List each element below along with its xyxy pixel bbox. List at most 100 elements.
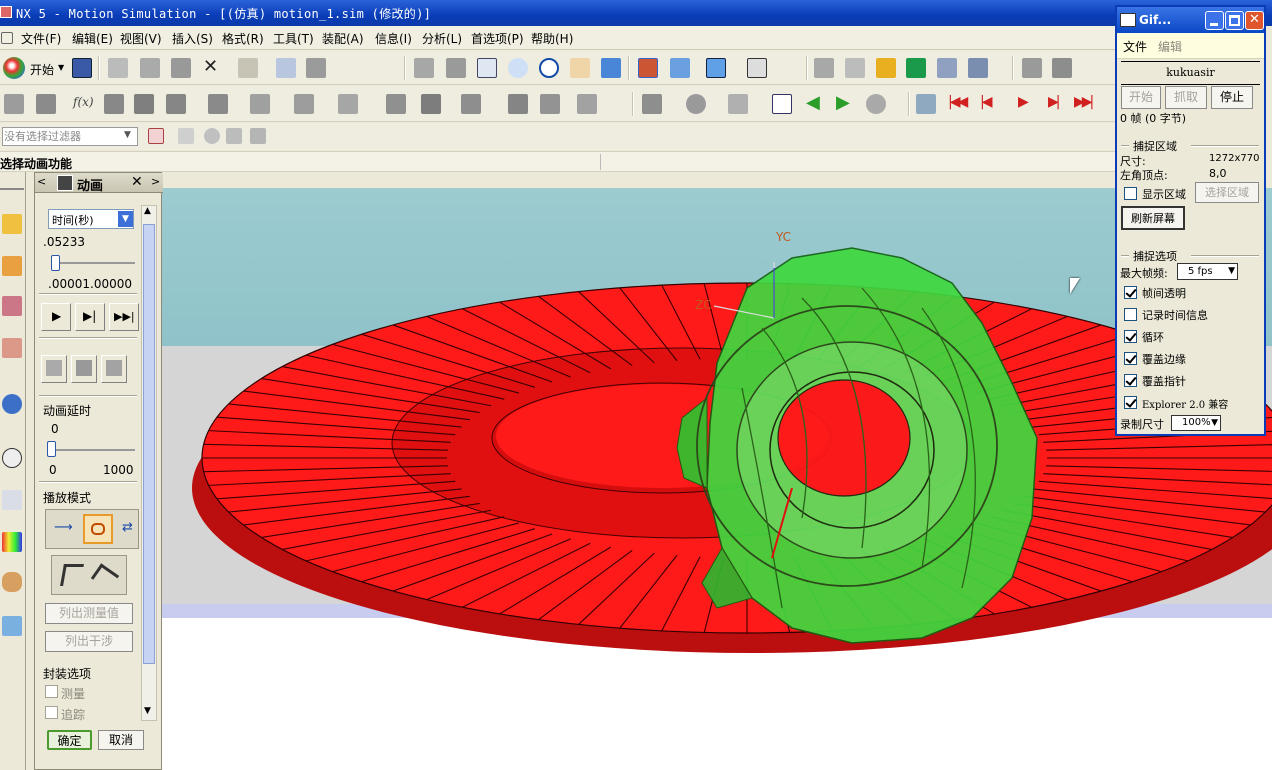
orient-view-icon[interactable] — [706, 58, 726, 78]
graph-icon[interactable] — [642, 94, 662, 114]
system-materials-icon[interactable] — [2, 490, 22, 510]
graphics-window[interactable]: YC ZC — [162, 188, 1272, 770]
measure-distance-icon[interactable] — [1022, 58, 1042, 78]
snap-icon[interactable] — [306, 58, 326, 78]
play-icon[interactable]: ▶ — [1018, 94, 1029, 110]
edge-checkbox[interactable] — [1124, 352, 1137, 365]
scroll-thumb[interactable] — [143, 224, 155, 664]
menu-insert[interactable]: 插入(S) — [172, 30, 213, 47]
gif-capture-button[interactable]: 抓取 — [1165, 86, 1207, 109]
menu-view[interactable]: 视图(V) — [120, 30, 162, 47]
fit-icon[interactable] — [414, 58, 434, 78]
pingpong-icon[interactable]: ⇄ — [122, 520, 133, 535]
menu-info[interactable]: 信息(I) — [375, 30, 412, 47]
refresh-screen-button[interactable]: 刷新屏幕 — [1121, 206, 1185, 230]
pan-icon[interactable] — [570, 58, 590, 78]
menu-help[interactable]: 帮助(H) — [531, 30, 573, 47]
constraint-navigator-icon[interactable] — [2, 256, 22, 276]
loop-mode-button[interactable] — [83, 514, 113, 544]
start-button[interactable]: 开始 — [30, 61, 54, 78]
play-once-icon[interactable]: ⟶ — [54, 520, 73, 535]
interference-icon[interactable] — [728, 94, 748, 114]
gear-coupler-icon[interactable] — [386, 94, 406, 114]
step-forward-icon[interactable]: ▶ — [836, 92, 850, 113]
link-icon[interactable] — [104, 94, 124, 114]
undo-selection-icon[interactable] — [178, 128, 194, 144]
gif-name-field[interactable]: kukuasir — [1121, 61, 1260, 85]
display-object-icon[interactable] — [968, 58, 988, 78]
trace-checkbox[interactable] — [45, 706, 58, 719]
time-unit-select[interactable]: 时间(秒) ▼ — [48, 209, 134, 229]
analysis-icon[interactable] — [876, 58, 896, 78]
loop-checkbox[interactable] — [1124, 330, 1137, 343]
motion-navigator-icon[interactable] — [2, 338, 22, 358]
spring-icon[interactable] — [208, 94, 228, 114]
play-forward-button[interactable]: ▶ — [41, 303, 71, 331]
undo-icon[interactable] — [238, 58, 258, 78]
constraint-icon[interactable] — [508, 94, 528, 114]
render-style-icon[interactable] — [638, 58, 658, 78]
scroll-down-icon[interactable]: ▼ — [144, 706, 151, 716]
menu-preferences[interactable]: 首选项(P) — [471, 30, 524, 47]
ok-button[interactable]: 确定 — [47, 730, 92, 750]
explorer-compat-checkbox[interactable] — [1124, 396, 1137, 409]
perspective-icon[interactable] — [601, 58, 621, 78]
edit-object-icon[interactable] — [937, 58, 957, 78]
start-dropdown-icon[interactable]: ▼ — [58, 63, 64, 72]
minimize-icon[interactable] — [1205, 11, 1224, 30]
sketch-icon[interactable] — [4, 94, 24, 114]
delay-slider-thumb[interactable] — [47, 441, 56, 457]
export-button[interactable] — [71, 355, 97, 383]
edit-snapshot-button[interactable] — [101, 355, 127, 383]
menu-analysis[interactable]: 分析(L) — [422, 30, 462, 47]
fps-dropdown-icon[interactable]: ▼ — [1228, 264, 1235, 279]
measure-checkbox[interactable] — [45, 685, 58, 698]
type-filter-select[interactable]: 没有选择过滤器 — [2, 127, 138, 146]
select-edges-icon[interactable] — [250, 128, 266, 144]
copy-icon[interactable] — [140, 58, 160, 78]
layer-icon[interactable] — [747, 58, 767, 78]
menu-format[interactable]: 格式(R) — [222, 30, 264, 47]
palette-icon[interactable] — [2, 532, 22, 552]
menu-tools[interactable]: 工具(T) — [273, 30, 314, 47]
close-window-icon[interactable]: ✕ — [1245, 11, 1264, 30]
close-icon[interactable]: ✕ — [131, 174, 143, 190]
rewind-icon[interactable]: |◀◀ — [948, 94, 968, 110]
transparent-checkbox[interactable] — [1124, 286, 1137, 299]
function-icon[interactable]: f(x) — [73, 95, 94, 109]
step-back-icon[interactable]: ◀ — [806, 92, 820, 113]
selection-icon[interactable] — [276, 58, 296, 78]
part-navigator-icon[interactable] — [2, 296, 22, 316]
connector-icon[interactable] — [166, 94, 186, 114]
select-area-button[interactable]: 选择区域 — [1195, 182, 1259, 203]
history-icon[interactable] — [2, 448, 22, 468]
animation-icon[interactable] — [916, 94, 936, 114]
menu-file[interactable]: 文件(F) — [21, 30, 61, 47]
assembly-navigator-icon[interactable] — [2, 214, 22, 234]
measure-angle-icon[interactable] — [1052, 58, 1072, 78]
gif-start-button[interactable]: 开始 — [1121, 86, 1161, 109]
joint-icon[interactable] — [134, 94, 154, 114]
list-interference-button[interactable]: 列出干涉 — [45, 631, 133, 652]
maximize-icon[interactable] — [1225, 11, 1244, 30]
collapse-left-icon[interactable]: < — [37, 175, 46, 188]
prev-frame-icon[interactable]: |◀ — [980, 94, 993, 110]
rotate-icon[interactable] — [539, 58, 559, 78]
record-size-select[interactable]: 100% ▼ — [1171, 415, 1221, 431]
trace-path-icon[interactable] — [60, 564, 84, 586]
select-features-icon[interactable] — [226, 128, 242, 144]
start-logo-icon[interactable] — [3, 57, 25, 79]
time-slider-thumb[interactable] — [51, 255, 61, 271]
select-bodies-icon[interactable] — [204, 128, 220, 144]
menu-edit[interactable]: 编辑(E) — [72, 30, 113, 47]
dropdown-arrow-icon[interactable]: ▼ — [118, 211, 133, 227]
datum-icon[interactable] — [36, 94, 56, 114]
gif-stop-button[interactable]: 停止 — [1211, 86, 1253, 109]
zoom-in-out-icon[interactable] — [508, 58, 528, 78]
damper-icon[interactable] — [250, 94, 270, 114]
fast-forward-icon[interactable]: ▶▶| — [1074, 94, 1094, 110]
pointer-checkbox[interactable] — [1124, 374, 1137, 387]
zoom-icon[interactable] — [477, 58, 497, 78]
fast-forward-button[interactable]: ▶▶| — [109, 303, 139, 331]
save-icon[interactable] — [72, 58, 92, 78]
